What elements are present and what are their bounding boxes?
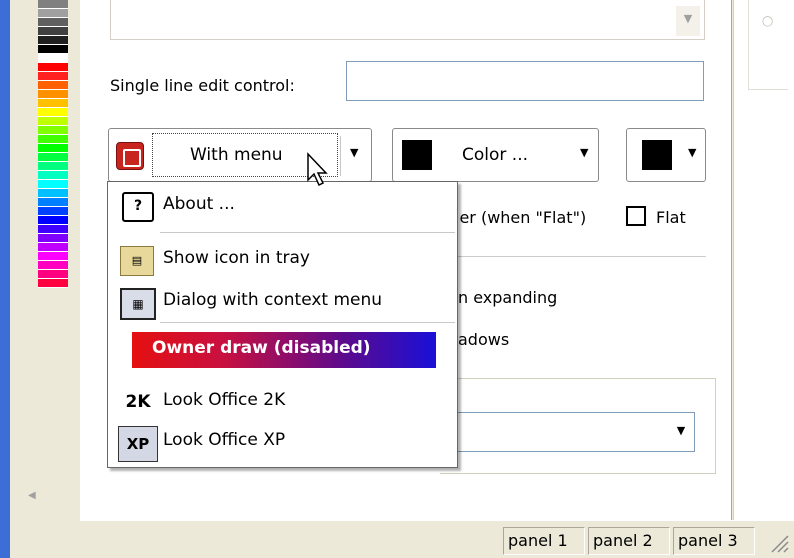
flat-checkbox[interactable] [626,206,646,226]
palette-swatch[interactable] [38,198,68,207]
color-palette[interactable] [38,0,68,420]
palette-swatch[interactable] [38,72,68,81]
palette-swatch[interactable] [38,135,68,144]
palette-swatch[interactable] [38,252,68,261]
office-2k-icon: 2K [125,392,151,412]
chevron-down-icon[interactable]: ▼ [676,6,700,36]
palette-swatch[interactable] [38,27,68,36]
menu-item-label: About ... [163,194,235,214]
palette-swatch[interactable] [38,90,68,99]
palette-swatch[interactable] [38,99,68,108]
palette-swatch[interactable] [38,0,68,9]
menu-item-label: Owner draw (disabled) [152,338,371,358]
palette-swatch[interactable] [38,63,68,72]
tray-icon: ▤ [120,246,154,276]
flat-label: Flat [656,208,686,227]
window-edge [0,0,10,558]
split-divider [340,136,341,176]
palette-swatch[interactable] [38,261,68,270]
palette-swatch[interactable] [38,279,68,288]
palette-swatch[interactable] [38,216,68,225]
menu-item-owner-draw: Owner draw (disabled) [132,332,436,368]
single-line-input[interactable] [346,61,704,101]
right-frame [748,0,788,90]
palette-swatch[interactable] [38,189,68,198]
status-panel-3: panel 3 [673,527,755,555]
palette-swatch[interactable] [38,144,68,153]
menu-item-label: Dialog with context menu [163,290,383,310]
status-panel-2: panel 2 [588,527,670,555]
menu-item-about[interactable]: ? About ... [108,186,457,224]
palette-swatch[interactable] [38,9,68,18]
shadows-label: adows [458,330,510,349]
color-swatch-2 [642,140,672,170]
palette-swatch[interactable] [38,225,68,234]
chevron-down-icon[interactable]: ▼ [670,416,692,448]
palette-swatch[interactable] [38,171,68,180]
palette-swatch[interactable] [38,243,68,252]
palette-swatch[interactable] [38,270,68,279]
menu-separator [160,322,455,323]
menu-item-show-tray[interactable]: ▤ Show icon in tray [108,240,457,278]
chevron-down-icon[interactable]: ▼ [350,146,358,159]
palette-swatch[interactable] [38,45,68,54]
status-panel-1: panel 1 [503,527,585,555]
palette-swatch[interactable] [38,54,68,63]
menu-item-office-xp[interactable]: XP Look Office XP [108,422,457,462]
border-flat-label: ler (when "Flat") [455,208,587,227]
menu-item-label: Show icon in tray [163,248,310,268]
menu-item-dialog-context[interactable]: ▦ Dialog with context menu [108,282,457,320]
palette-swatch[interactable] [38,117,68,126]
menu-button-label: With menu [190,145,283,165]
single-line-label: Single line edit control: [110,76,295,95]
palette-swatch[interactable] [38,162,68,171]
color-button-label: Color ... [462,145,528,165]
palette-swatch[interactable] [38,153,68,162]
resize-grip-icon[interactable] [764,528,790,554]
menu-item-label: Look Office 2K [163,390,286,410]
divider [458,256,706,257]
palette-swatch[interactable] [38,180,68,189]
palette-swatch[interactable] [38,36,68,45]
palette-swatch[interactable] [38,18,68,27]
help-icon: ? [122,192,154,222]
menu-separator [160,232,455,233]
color-swatch [402,140,432,170]
combo-box[interactable] [455,412,695,452]
office-xp-icon: XP [118,426,158,462]
top-combo[interactable] [110,0,705,40]
menu-item-label: Look Office XP [163,430,286,450]
palette-swatch[interactable] [38,81,68,90]
dialog-icon: ▦ [120,288,156,320]
palette-swatch[interactable] [38,108,68,117]
scroll-left-icon[interactable]: ◀ [28,490,36,501]
mouse-cursor-icon [307,152,328,187]
expanding-label: n expanding [458,288,558,307]
menu-item-office-2k[interactable]: 2K Look Office 2K [108,382,457,420]
chevron-down-icon[interactable]: ▼ [580,146,588,159]
palette-swatch[interactable] [38,207,68,216]
palette-swatch[interactable] [38,126,68,135]
app-icon [116,142,144,170]
pin-icon[interactable]: ◯ [762,16,773,27]
dropdown-menu: ? About ... ▤ Show icon in tray ▦ Dialog… [107,181,458,468]
chevron-down-icon[interactable]: ▼ [688,146,696,159]
palette-swatch[interactable] [38,234,68,243]
